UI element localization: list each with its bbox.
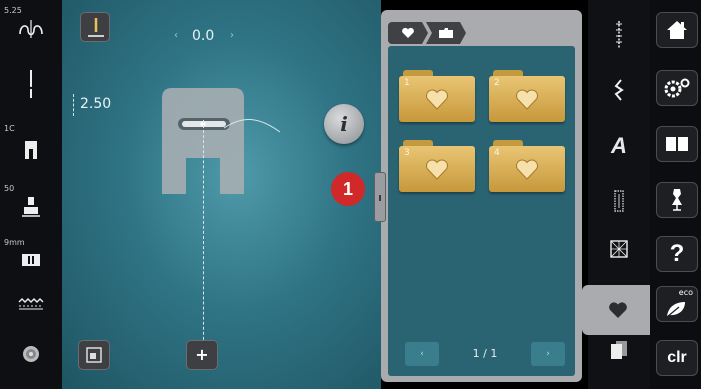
sewing-field-button[interactable] bbox=[78, 340, 110, 370]
needle-size-label: 9mm bbox=[4, 238, 25, 247]
needle-right-arrow[interactable]: › bbox=[230, 30, 234, 41]
breadcrumb-heart[interactable] bbox=[388, 22, 428, 44]
stitch-length-indicator bbox=[73, 94, 75, 116]
heart-icon bbox=[426, 159, 448, 180]
practical-stitches-icon[interactable] bbox=[588, 20, 650, 60]
folder-number: 1 bbox=[404, 78, 410, 88]
thread-curve bbox=[223, 118, 281, 133]
tutorial-button[interactable] bbox=[656, 126, 698, 162]
pager-text: 1 / 1 bbox=[472, 347, 498, 360]
needle-position-button[interactable] bbox=[80, 12, 110, 42]
panel-slide-handle[interactable] bbox=[374, 172, 386, 222]
presser-foot-label: 50 bbox=[4, 184, 15, 193]
book-icon bbox=[666, 137, 688, 152]
stitch-plate-icon[interactable] bbox=[0, 140, 62, 164]
left-status-bar: 5.25 1C 50 9mm bbox=[0, 0, 62, 389]
heart-icon bbox=[426, 89, 448, 110]
stitch-length-value[interactable]: 2.50 bbox=[80, 96, 111, 112]
eco-label: eco bbox=[678, 288, 693, 297]
creative-consultant-button[interactable] bbox=[656, 182, 698, 218]
function-bar: ? eco clr bbox=[650, 0, 701, 389]
folder-icon bbox=[439, 28, 453, 38]
home-icon bbox=[667, 21, 687, 39]
folder-1[interactable]: 1 bbox=[399, 70, 475, 122]
personal-program-tab[interactable] bbox=[582, 285, 650, 335]
folder-3[interactable]: 3 bbox=[399, 140, 475, 192]
heart-icon bbox=[516, 159, 538, 180]
alphabets-icon[interactable]: A bbox=[588, 128, 650, 168]
stitch-width-icon[interactable] bbox=[0, 18, 62, 44]
folder-number: 3 bbox=[404, 148, 410, 158]
memory-icon[interactable] bbox=[588, 340, 650, 380]
help-button[interactable]: ? bbox=[656, 236, 698, 272]
pager-next-button[interactable]: › bbox=[531, 342, 565, 366]
pager-prev-button[interactable]: ‹ bbox=[405, 342, 439, 366]
callout-marker: 1 bbox=[331, 172, 365, 206]
presser-foot-icon[interactable] bbox=[0, 196, 62, 222]
pager: ‹ 1 / 1 › bbox=[405, 342, 565, 366]
add-button[interactable]: + bbox=[186, 340, 218, 370]
quilt-stitches-icon[interactable] bbox=[588, 240, 650, 280]
folder-4[interactable]: 4 bbox=[489, 140, 565, 192]
folder-number: 4 bbox=[494, 148, 500, 158]
needle-icon[interactable] bbox=[0, 68, 62, 104]
home-button[interactable] bbox=[656, 12, 698, 48]
eco-button[interactable]: eco bbox=[656, 286, 698, 322]
stitch-line bbox=[203, 120, 204, 360]
decorative-stitches-icon[interactable] bbox=[588, 78, 650, 118]
clear-button[interactable]: clr bbox=[656, 340, 698, 376]
dress-form-icon bbox=[672, 189, 682, 211]
needle-plate-icon[interactable] bbox=[0, 252, 62, 272]
folder-area: 1 2 3 4 bbox=[388, 46, 575, 376]
setup-button[interactable] bbox=[656, 70, 698, 106]
folder-2[interactable]: 2 bbox=[489, 70, 565, 122]
bobbin-icon[interactable] bbox=[0, 344, 62, 368]
gear-icon bbox=[664, 78, 690, 98]
heart-icon bbox=[402, 27, 414, 38]
leaf-icon bbox=[666, 302, 685, 318]
buttonholes-icon[interactable] bbox=[588, 190, 650, 230]
personal-program-panel: 1 2 3 4 ‹ 1 / 1 › bbox=[381, 10, 582, 382]
stitch-width-label: 5.25 bbox=[4, 6, 22, 15]
breadcrumb-folder[interactable] bbox=[426, 22, 466, 44]
personal-program-icon bbox=[609, 302, 627, 318]
folder-number: 2 bbox=[494, 78, 500, 88]
needle-type-label: 1C bbox=[4, 124, 15, 133]
feed-dog-icon[interactable] bbox=[0, 296, 62, 315]
needle-position-value: 0.0 bbox=[192, 28, 215, 44]
heart-icon bbox=[516, 89, 538, 110]
needle-left-arrow[interactable]: ‹ bbox=[174, 30, 178, 41]
info-button[interactable]: i bbox=[324, 104, 364, 144]
